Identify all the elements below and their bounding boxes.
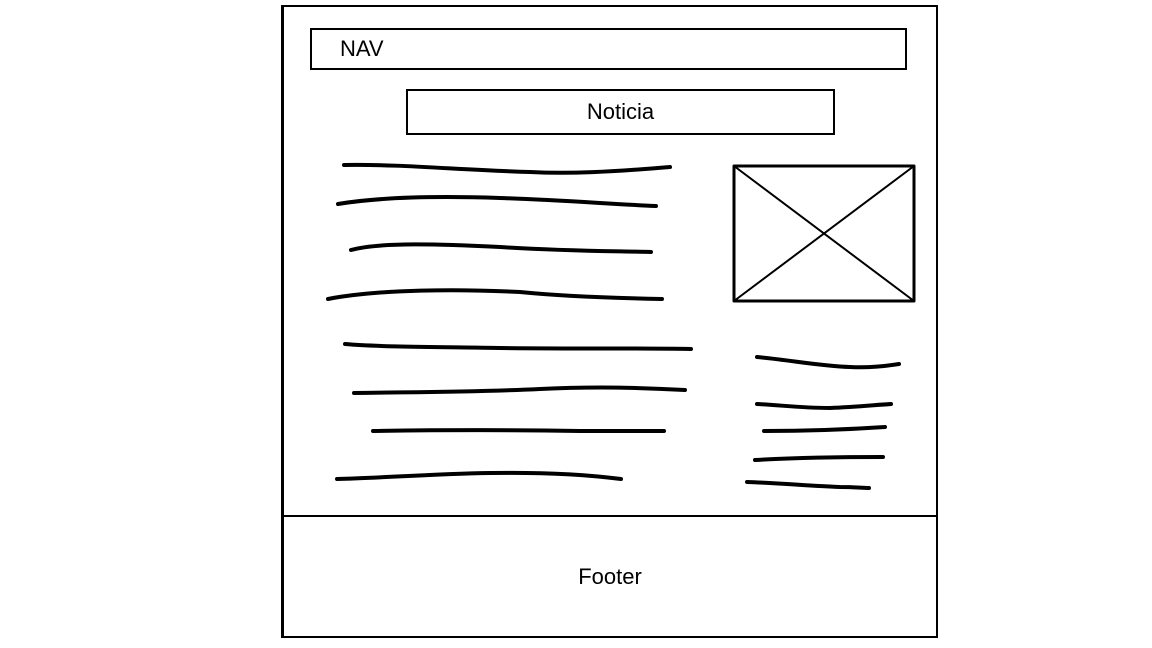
article-title-box: Noticia: [406, 89, 835, 135]
nav-bar[interactable]: NAV: [310, 28, 907, 70]
footer: Footer: [284, 517, 936, 636]
footer-label: Footer: [578, 564, 642, 589]
article-title: Noticia: [586, 99, 655, 124]
nav-label: NAV: [340, 36, 384, 61]
